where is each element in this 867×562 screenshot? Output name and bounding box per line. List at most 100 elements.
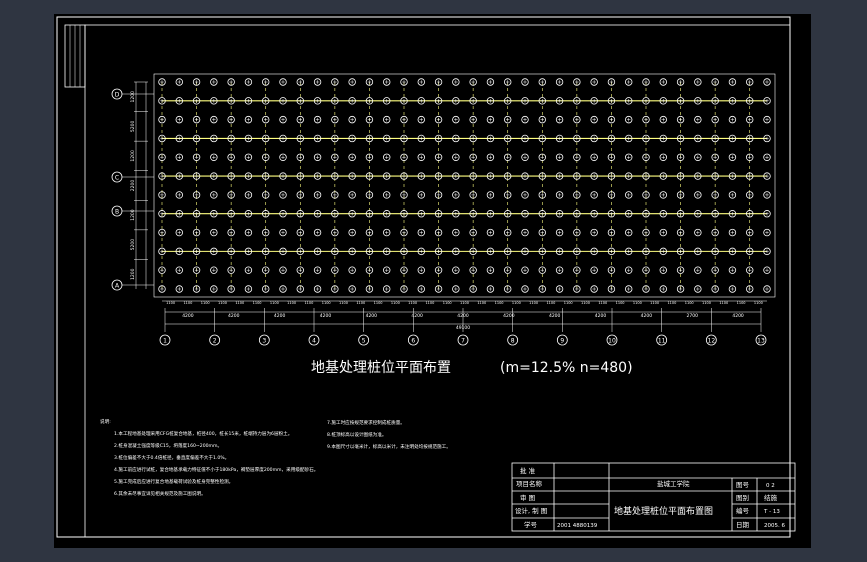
note-line: 说明: bbox=[100, 418, 111, 425]
pile-spacing-dimension: 1100 bbox=[391, 301, 400, 305]
tb-review: 审 图 bbox=[520, 493, 535, 502]
bay-dimension: 4200 bbox=[320, 313, 332, 319]
pile-grid bbox=[158, 78, 771, 293]
tb-drawing-name: 地基处理桩位平面布置图 bbox=[614, 505, 713, 517]
bay-dimension: 4200 bbox=[595, 313, 607, 319]
svg-text:D: D bbox=[115, 91, 120, 98]
tb-drawing-no-label: 图号 bbox=[736, 481, 750, 489]
pile-spacing-dimension: 1100 bbox=[235, 301, 244, 305]
pile-spacing-dimension: 1100 bbox=[512, 301, 521, 305]
pile-spacing-dimension: 1100 bbox=[270, 301, 279, 305]
svg-text:1: 1 bbox=[163, 338, 167, 345]
axis-bubble-3: 3 bbox=[258, 334, 270, 346]
pile-spacing-dimension: 1100 bbox=[650, 301, 659, 305]
pile-spacing-dimension: 1100 bbox=[633, 301, 642, 305]
axis-bubble-7: 7 bbox=[457, 334, 469, 346]
note-line: 2.桩身混凝土强度等级C15，坍落度160~200mm。 bbox=[114, 442, 222, 449]
svg-text:5: 5 bbox=[362, 338, 366, 345]
svg-text:A: A bbox=[115, 282, 120, 289]
axis-bubble-12: 12 bbox=[705, 334, 717, 346]
svg-text:B: B bbox=[115, 208, 119, 215]
pile-spacing-dimension: 1100 bbox=[598, 301, 607, 305]
axis-bubble-4: 4 bbox=[308, 334, 320, 346]
bay-dimension: 4200 bbox=[457, 313, 469, 319]
tb-student-no-label: 学号 bbox=[524, 520, 538, 529]
pile-spacing-dimension: 1100 bbox=[408, 301, 417, 305]
tb-project-name: 项目名称 bbox=[516, 479, 543, 488]
tb-date-label: 日期 bbox=[736, 521, 750, 529]
pile-spacing-dimension: 1100 bbox=[616, 301, 625, 305]
axis-bubble-10: 10 bbox=[606, 334, 618, 346]
pile-spacing-dimension: 1100 bbox=[460, 301, 469, 305]
pile-spacing-dimension: 1100 bbox=[546, 301, 555, 305]
bay-dimension: 4200 bbox=[366, 313, 378, 319]
axis-bubble-1: 1 bbox=[159, 334, 171, 346]
tb-drawing-no: 0 2 bbox=[766, 483, 775, 489]
note-line: 9.本图尺寸以毫米计，标高以米计，未注明处均按规范施工。 bbox=[327, 443, 451, 450]
svg-text:11: 11 bbox=[658, 338, 666, 345]
pile-spacing-dimension: 1100 bbox=[253, 301, 262, 305]
bay-dimension: 4200 bbox=[732, 313, 744, 319]
tb-school: 盐城工学院 bbox=[657, 479, 690, 488]
pile-spacing-dimension: 1100 bbox=[719, 301, 728, 305]
pile-spacing-dimension: 1100 bbox=[356, 301, 365, 305]
tb-design: 设计, 制 图 bbox=[515, 506, 547, 515]
note-line: 4.施工前应进行试桩，复合地基承载力特征值不小于180kPa，褥垫层厚度200m… bbox=[114, 466, 318, 473]
bay-dimension: 4200 bbox=[549, 313, 561, 319]
svg-text:9: 9 bbox=[560, 338, 564, 345]
pile-spacing-dimension: 1100 bbox=[287, 301, 296, 305]
bay-dimension: 4200 bbox=[503, 313, 515, 319]
tb-student-no: 2001 4880139 bbox=[557, 523, 598, 529]
pile-spacing-dimension: 1100 bbox=[304, 301, 313, 305]
tb-sheet: T - 13 bbox=[763, 509, 780, 515]
axis-bubble-8: 8 bbox=[507, 334, 519, 346]
pile-spacing-dimension: 1100 bbox=[443, 301, 452, 305]
bay-dimension: 2700 bbox=[687, 313, 699, 319]
axis-bubble-5: 5 bbox=[358, 334, 370, 346]
axis-bubble-9: 9 bbox=[556, 334, 568, 346]
pile-spacing-dimension: 1100 bbox=[477, 301, 486, 305]
axis-bubble-13: 13 bbox=[755, 334, 767, 346]
axis-bubble-6: 6 bbox=[407, 334, 419, 346]
pile-spacing-dimension: 1100 bbox=[529, 301, 538, 305]
pile-spacing-dimension: 1100 bbox=[166, 301, 175, 305]
side-dimension: 5200 bbox=[130, 239, 136, 251]
pile-link-lines bbox=[161, 82, 767, 289]
svg-text:6: 6 bbox=[411, 338, 415, 345]
svg-text:4: 4 bbox=[312, 338, 316, 345]
axis-bubble-C: C bbox=[111, 171, 123, 183]
svg-text:7: 7 bbox=[461, 338, 465, 345]
pile-spacing-dimension: 1100 bbox=[339, 301, 348, 305]
pile-spacing-dimension: 1100 bbox=[495, 301, 504, 305]
axis-bubble-B: B bbox=[111, 205, 123, 217]
pile-spacing-dimension: 1100 bbox=[201, 301, 210, 305]
side-dimension: 5200 bbox=[130, 120, 136, 132]
bay-dimension: 4200 bbox=[182, 313, 194, 319]
bay-dimension: 4200 bbox=[641, 313, 653, 319]
plan-parameters: (m=12.5% n=480) bbox=[500, 360, 633, 376]
title-block bbox=[511, 462, 796, 532]
bay-dimension: 4200 bbox=[228, 313, 240, 319]
pile-spacing-dimension: 1100 bbox=[667, 301, 676, 305]
tb-scale: 结施 bbox=[764, 493, 778, 502]
note-line: 8.桩顶标高以设计图纸为准。 bbox=[327, 431, 387, 438]
pile-spacing-dimension: 1100 bbox=[183, 301, 192, 305]
pile-spacing-dimension: 1100 bbox=[737, 301, 746, 305]
dimension-lines: 4200 4200 4200 4200 4200 4200 4200 4200 4200 4200… bbox=[122, 73, 776, 332]
pile-spacing-dimension: 1100 bbox=[702, 301, 711, 305]
note-line: 6.其余未尽事宜详见相关规范及施工图说明。 bbox=[114, 490, 206, 497]
svg-text:13: 13 bbox=[757, 338, 765, 345]
axis-bubble-2: 2 bbox=[209, 334, 221, 346]
pile-spacing-dimension: 1100 bbox=[754, 301, 763, 305]
svg-text:12: 12 bbox=[708, 338, 716, 345]
pile-spacing-dimension: 1100 bbox=[374, 301, 383, 305]
svg-text:3: 3 bbox=[262, 338, 266, 345]
note-line: 7.施工时应按规范要求控制成桩质量。 bbox=[327, 419, 405, 426]
side-dimension: 2200 bbox=[130, 180, 136, 192]
note-line: 3.桩位偏差不大于0.4倍桩径，垂直度偏差不大于1.0%。 bbox=[114, 454, 229, 461]
bay-dimension: 4200 bbox=[411, 313, 423, 319]
side-dimension: 1200 bbox=[130, 209, 136, 221]
design-notes-left: 说明:1.本工程地基处理采用CFG桩复合地基，桩径400，桩长15米，桩端持力层… bbox=[100, 418, 318, 497]
design-notes-right: 7.施工时应按规范要求控制成桩质量。 8.桩顶标高以设计图纸为准。 9.本图尺寸以毫… bbox=[327, 419, 451, 450]
cad-viewport[interactable]: 4200 4200 4200 4200 4200 4200 4200 4200 4200 4200… bbox=[0, 0, 867, 562]
